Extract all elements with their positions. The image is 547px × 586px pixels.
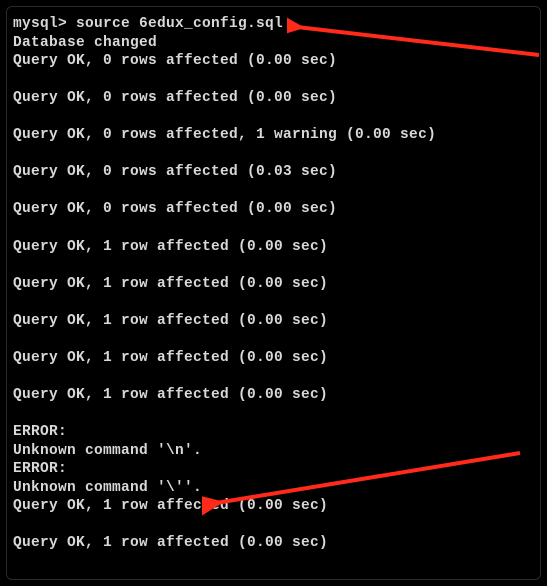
output-line: Query OK, 1 row affected (0.00 sec) bbox=[13, 238, 534, 257]
output-line: Unknown command '\n'. bbox=[13, 442, 534, 461]
output-line: Query OK, 1 row affected (0.00 sec) bbox=[13, 386, 534, 405]
output-line: Unknown command '\''. bbox=[13, 479, 534, 498]
output-line: Database changed bbox=[13, 34, 534, 53]
output-line: Query OK, 1 row affected (0.00 sec) bbox=[13, 534, 534, 553]
output-line: Query OK, 0 rows affected, 1 warning (0.… bbox=[13, 126, 534, 145]
terminal-output: Database changedQuery OK, 0 rows affecte… bbox=[13, 34, 534, 553]
prompt: mysql> bbox=[13, 16, 76, 32]
output-line: ERROR: bbox=[13, 460, 534, 479]
output-line: Query OK, 0 rows affected (0.00 sec) bbox=[13, 52, 534, 71]
output-line: Query OK, 0 rows affected (0.00 sec) bbox=[13, 200, 534, 219]
terminal-window[interactable]: mysql> source 6edux_config.sql Database … bbox=[6, 6, 541, 580]
prompt-line[interactable]: mysql> source 6edux_config.sql bbox=[13, 15, 534, 34]
output-line: Query OK, 1 row affected (0.00 sec) bbox=[13, 349, 534, 368]
command-text: source 6edux_config.sql bbox=[76, 16, 283, 32]
output-line: Query OK, 1 row affected (0.00 sec) bbox=[13, 275, 534, 294]
output-line: Query OK, 0 rows affected (0.00 sec) bbox=[13, 89, 534, 108]
output-line: Query OK, 1 row affected (0.00 sec) bbox=[13, 497, 534, 516]
output-line: ERROR: bbox=[13, 423, 534, 442]
output-line: Query OK, 1 row affected (0.00 sec) bbox=[13, 312, 534, 331]
output-line: Query OK, 0 rows affected (0.03 sec) bbox=[13, 163, 534, 182]
